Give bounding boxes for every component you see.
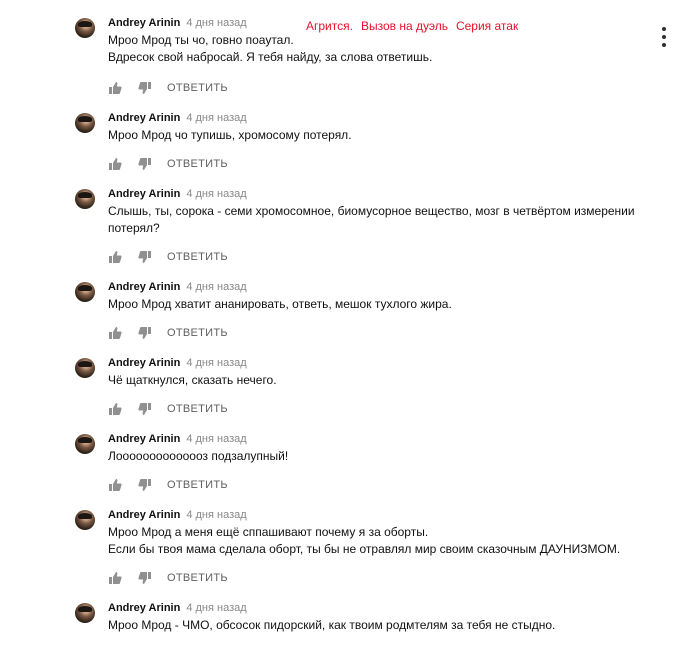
comment-text: Мроо Мрод а меня ещё сппашивают почему я… <box>108 524 668 558</box>
avatar[interactable] <box>75 189 95 209</box>
thumbs-up-icon[interactable] <box>108 250 122 264</box>
thumbs-up-icon[interactable] <box>108 402 122 416</box>
comment-actions: ОТВЕТИТЬ <box>108 571 228 585</box>
comment-line: Мроо Мрод - ЧМО, обсосок пидорский, как … <box>108 618 556 632</box>
comment-header: Andrey Arinin 4 дня назад <box>108 357 247 369</box>
author-name[interactable]: Andrey Arinin <box>108 17 180 29</box>
thumbs-down-icon[interactable] <box>138 157 152 171</box>
comment-text: Лоооооооооооооз подзалупный! <box>108 448 668 465</box>
comment-time[interactable]: 4 дня назад <box>186 281 246 293</box>
comment-text: Мроо Мрод - ЧМО, обсосок пидорский, как … <box>108 617 668 634</box>
avatar[interactable] <box>75 18 95 38</box>
author-name[interactable]: Andrey Arinin <box>108 433 180 445</box>
comment-time[interactable]: 4 дня назад <box>186 433 246 445</box>
author-name[interactable]: Andrey Arinin <box>108 188 180 200</box>
comment-actions: ОТВЕТИТЬ <box>108 478 228 492</box>
annotation-label-2: Вызов на дуэль <box>360 19 448 33</box>
comment-line: Мроо Мрод ты чо, говно поаутал. <box>108 33 294 47</box>
author-name[interactable]: Andrey Arinin <box>108 281 180 293</box>
reply-button[interactable]: ОТВЕТИТЬ <box>167 403 228 415</box>
comment-text: Мроо Мрод чо тупишь, хромосому потерял. <box>108 127 668 144</box>
comment-time[interactable]: 4 дня назад <box>186 357 246 369</box>
author-name[interactable]: Andrey Arinin <box>108 602 180 614</box>
comment-text: Мроо Мрод хватит ананировать, ответь, ме… <box>108 296 668 313</box>
comment-text: Слышь, ты, сорока - семи хромосомное, би… <box>108 203 668 237</box>
reply-button[interactable]: ОТВЕТИТЬ <box>167 82 228 94</box>
comment-actions: ОТВЕТИТЬ <box>108 157 228 171</box>
thumbs-up-icon[interactable] <box>108 571 122 585</box>
comment-time[interactable]: 4 дня назад <box>186 17 246 29</box>
comment-time[interactable]: 4 дня назад <box>186 509 246 521</box>
comment-line: потерял? <box>108 221 160 235</box>
comment-actions: ОТВЕТИТЬ <box>108 81 228 95</box>
avatar[interactable] <box>75 113 95 133</box>
comment-line: Вдресок свой набросай. Я тебя найду, за … <box>108 50 433 64</box>
comment-header: Andrey Arinin 4 дня назад <box>108 509 247 521</box>
comment-line: Если бы твоя мама сделала оборт, ты бы н… <box>108 542 621 556</box>
avatar[interactable] <box>75 510 95 530</box>
annotation-overlay: Агрится. Вызов на дуэль Серия атак <box>306 19 526 33</box>
comment-actions: ОТВЕТИТЬ <box>108 250 228 264</box>
thumbs-up-icon[interactable] <box>108 157 122 171</box>
reply-button[interactable]: ОТВЕТИТЬ <box>167 158 228 170</box>
avatar[interactable] <box>75 603 95 623</box>
avatar[interactable] <box>75 282 95 302</box>
comment-line: Мроо Мрод хватит ананировать, ответь, ме… <box>108 297 452 311</box>
comment-line: Лоооооооооооооз подзалупный! <box>108 449 289 463</box>
comment-header: Andrey Arinin 4 дня назад <box>108 433 247 445</box>
comment-actions: ОТВЕТИТЬ <box>108 326 228 340</box>
comment-text: Чё щаткнулся, сказать нечего. <box>108 372 668 389</box>
comment-header: Andrey Arinin 4 дня назад <box>108 281 247 293</box>
comment-time[interactable]: 4 дня назад <box>186 602 246 614</box>
comment-text: Мроо Мрод ты чо, говно поаутал. Вдресок … <box>108 32 668 66</box>
thumbs-up-icon[interactable] <box>108 326 122 340</box>
comment-time[interactable]: 4 дня назад <box>186 188 246 200</box>
thumbs-up-icon[interactable] <box>108 81 122 95</box>
reply-button[interactable]: ОТВЕТИТЬ <box>167 572 228 584</box>
thumbs-down-icon[interactable] <box>138 402 152 416</box>
reply-button[interactable]: ОТВЕТИТЬ <box>167 251 228 263</box>
comment-line: Мроо Мрод чо тупишь, хромосому потерял. <box>108 128 352 142</box>
thumbs-down-icon[interactable] <box>138 81 152 95</box>
reply-button[interactable]: ОТВЕТИТЬ <box>167 327 228 339</box>
comment-header: Andrey Arinin 4 дня назад <box>108 188 247 200</box>
comment-line: Чё щаткнулся, сказать нечего. <box>108 373 277 387</box>
thumbs-up-icon[interactable] <box>108 478 122 492</box>
avatar[interactable] <box>75 358 95 378</box>
author-name[interactable]: Andrey Arinin <box>108 112 180 124</box>
thumbs-down-icon[interactable] <box>138 326 152 340</box>
annotation-label-1: Агрится. <box>306 19 353 33</box>
thumbs-down-icon[interactable] <box>138 250 152 264</box>
reply-button[interactable]: ОТВЕТИТЬ <box>167 479 228 491</box>
thumbs-down-icon[interactable] <box>138 478 152 492</box>
comment-time[interactable]: 4 дня назад <box>186 112 246 124</box>
comment-line: Слышь, ты, сорока - семи хромосомное, би… <box>108 204 635 218</box>
comment-header: Andrey Arinin 4 дня назад <box>108 112 247 124</box>
avatar[interactable] <box>75 434 95 454</box>
comment-line: Мроо Мрод а меня ещё сппашивают почему я… <box>108 525 429 539</box>
author-name[interactable]: Andrey Arinin <box>108 357 180 369</box>
thumbs-down-icon[interactable] <box>138 571 152 585</box>
author-name[interactable]: Andrey Arinin <box>108 509 180 521</box>
comment-actions: ОТВЕТИТЬ <box>108 402 228 416</box>
annotation-label-3: Серия атак <box>455 19 519 33</box>
comment-header: Andrey Arinin 4 дня назад <box>108 17 247 29</box>
comment-header: Andrey Arinin 4 дня назад <box>108 602 247 614</box>
